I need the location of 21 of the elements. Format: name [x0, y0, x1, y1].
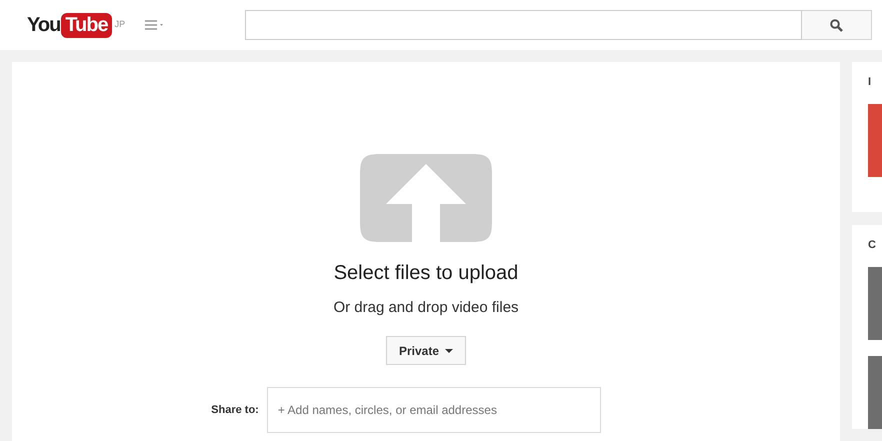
logo-text: You	[27, 14, 60, 36]
guide-menu-button[interactable]	[145, 19, 164, 31]
upload-title: Select files to upload	[334, 262, 518, 285]
search-field[interactable]	[245, 10, 802, 40]
share-field[interactable]: + Add names, circles, or email addresses	[266, 387, 601, 433]
logo-text: Tube	[61, 12, 112, 38]
card-heading: C	[868, 239, 877, 251]
privacy-dropdown[interactable]: Private	[386, 336, 466, 365]
card-heading: I	[868, 76, 872, 88]
video-thumbnail[interactable]	[868, 356, 882, 429]
share-label: Share to:	[211, 404, 259, 416]
upload-icon[interactable]	[360, 154, 492, 242]
video-thumbnail[interactable]	[868, 267, 882, 340]
region-label: JP	[114, 18, 126, 28]
caret-icon	[445, 348, 454, 352]
search-button[interactable]	[802, 10, 872, 40]
video-thumbnail[interactable]	[868, 104, 882, 177]
search-icon	[830, 18, 844, 32]
youtube-logo[interactable]: You Tube JP	[27, 12, 126, 38]
upload-subtitle: Or drag and drop video files	[333, 299, 519, 316]
menu-icon	[145, 19, 164, 31]
